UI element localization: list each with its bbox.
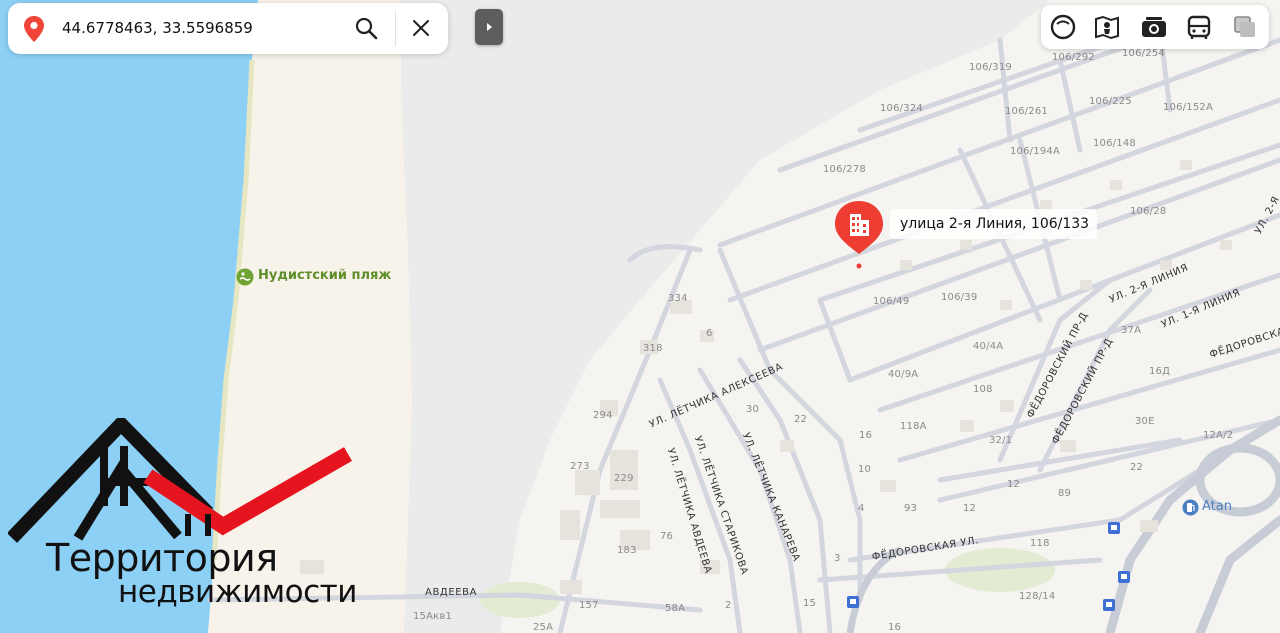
search-box[interactable]: 44.6778463, 33.5596859: [8, 3, 448, 54]
poi-beach[interactable]: Нудистский пляж: [236, 268, 392, 286]
house-number: 106/254: [1122, 48, 1165, 59]
panorama-button[interactable]: [1091, 11, 1123, 43]
house-number: 12: [963, 503, 977, 514]
house-number: 118: [1030, 538, 1050, 549]
house-number: 157: [579, 600, 599, 611]
house-number: 16: [888, 622, 902, 633]
street-label: Авдеева: [425, 587, 478, 598]
house-number: 294: [593, 410, 613, 421]
house-number: 118А: [900, 421, 927, 432]
house-number: 106/261: [1005, 106, 1048, 117]
house-number: 22: [1130, 462, 1144, 473]
house-number: 15: [803, 598, 817, 609]
bus-stop-icon[interactable]: [847, 596, 859, 608]
house-number: 106/49: [873, 296, 910, 307]
house-number: 22: [794, 414, 808, 425]
search-icon[interactable]: [354, 16, 378, 40]
house-number: 32/1: [989, 435, 1013, 446]
house-number: 106/28: [1130, 206, 1167, 217]
map-toolbar: [1041, 5, 1269, 49]
poi-atan[interactable]: Atan: [1182, 499, 1232, 516]
location-marker[interactable]: [833, 199, 885, 271]
house-number: 108: [973, 384, 993, 395]
house-roof-logo-icon: [8, 418, 352, 543]
close-icon[interactable]: [412, 19, 430, 37]
house-number: 6: [706, 328, 713, 339]
house-number: 89: [1058, 488, 1072, 499]
house-number: 106/319: [969, 62, 1012, 73]
house-number: 334: [668, 293, 688, 304]
beach-icon: [236, 268, 254, 286]
search-input[interactable]: 44.6778463, 33.5596859: [62, 19, 253, 37]
agency-logo: Территория недвижимости: [8, 418, 428, 610]
house-number: 15Акв1: [413, 611, 453, 622]
house-number: 58А: [665, 603, 686, 614]
logo-text-line2: недвижимости: [118, 574, 357, 610]
bus-stop-icon[interactable]: [1103, 599, 1115, 611]
house-number: 183: [617, 545, 637, 556]
house-number: 3: [834, 553, 841, 564]
house-number: 10: [858, 464, 872, 475]
house-number: 106/39: [941, 292, 978, 303]
transport-button[interactable]: [1183, 11, 1215, 43]
house-number: 106/225: [1089, 96, 1132, 107]
house-number: 40/4А: [973, 341, 1004, 352]
transport-icon: [1187, 15, 1211, 39]
house-number: 106/292: [1052, 52, 1095, 63]
house-number: 16Д: [1149, 366, 1171, 377]
layers-button[interactable]: [1047, 11, 1079, 43]
house-number: 106/194А: [1010, 146, 1060, 157]
house-number: 229: [614, 473, 634, 484]
house-number: 12: [1007, 479, 1021, 490]
house-number: 106/152А: [1163, 102, 1213, 113]
house-number: 318: [643, 343, 663, 354]
panorama-icon: [1095, 15, 1119, 40]
photo-icon: [1142, 17, 1166, 37]
search-divider: [395, 11, 396, 46]
map-layers-icon: [1050, 14, 1076, 40]
traffic-layers-button[interactable]: [1229, 11, 1261, 43]
poi-atan-label: Atan: [1202, 499, 1232, 514]
house-number: 76: [660, 531, 674, 542]
house-number: 4: [858, 503, 865, 514]
house-number: 2: [725, 600, 732, 611]
traffic-layers-icon: [1234, 16, 1255, 37]
photos-button[interactable]: [1138, 11, 1170, 43]
house-number: 30Е: [1135, 416, 1155, 427]
location-pin-icon: [24, 16, 44, 42]
house-number: 106/324: [880, 103, 923, 114]
house-number: 37А: [1121, 325, 1142, 336]
house-number: 12А/2: [1203, 430, 1234, 441]
house-number: 93: [904, 503, 918, 514]
house-number: 40/9А: [888, 369, 919, 380]
house-number: 16: [859, 430, 873, 441]
house-number: 106/278: [823, 164, 866, 175]
bus-stop-icon[interactable]: [1108, 522, 1120, 534]
marker-address-label[interactable]: улица 2-я Линия, 106/133: [890, 209, 1098, 239]
house-number: 128/14: [1019, 591, 1056, 602]
bus-stop-icon[interactable]: [1118, 571, 1130, 583]
collapse-panel-button[interactable]: [475, 9, 503, 45]
building-icon: [835, 201, 883, 269]
house-number: 25А: [533, 622, 554, 633]
poi-beach-label: Нудистский пляж: [258, 268, 392, 283]
gas-station-icon: [1182, 499, 1199, 516]
play-arrow-icon: [487, 23, 492, 31]
house-number: 106/148: [1093, 138, 1136, 149]
house-number: 273: [570, 461, 590, 472]
house-number: 30: [746, 404, 760, 415]
